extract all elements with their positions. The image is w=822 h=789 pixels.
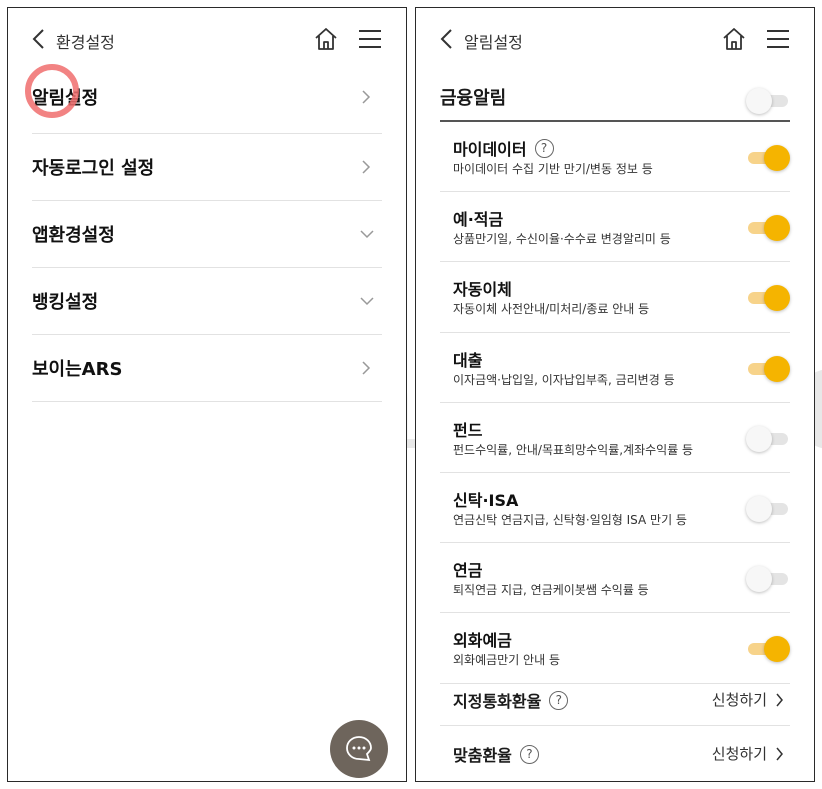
alert-description: 외화예금만기 안내 등 <box>453 653 560 668</box>
alert-row-auto-transfer: 자동이체 자동이체 사전안내/미처리/종료 안내 등 <box>440 262 790 333</box>
alert-list: 마이데이터? 마이데이터 수집 기반 만기/변동 정보 등 예·적금 상품만기일… <box>440 122 790 684</box>
menu-item-notification-settings[interactable]: 알림설정 <box>32 60 382 134</box>
financial-alerts-master-row: 금융알림 <box>440 70 790 122</box>
master-toggle[interactable] <box>746 88 790 114</box>
alert-row-fund: 펀드 펀드수익률, 안내/목표희망수익률,계좌수익률 등 <box>440 403 790 473</box>
chatbot-button[interactable] <box>330 720 388 778</box>
hamburger-menu-icon[interactable] <box>358 28 382 50</box>
toggle-knob <box>746 566 772 593</box>
alert-title: 마이데이터 <box>453 140 527 159</box>
alert-description: 마이데이터 수집 기반 만기/변동 정보 등 <box>453 162 653 176</box>
alert-toggle-loan[interactable] <box>746 355 790 382</box>
page-title: 환경설정 <box>56 33 115 52</box>
home-icon[interactable] <box>721 26 747 52</box>
alert-row-foreign-deposit: 외화예금 외화예금만기 안내 등 <box>440 613 790 684</box>
menu-item-banking-settings[interactable]: 뱅킹설정 <box>32 268 382 335</box>
page-title: 알림설정 <box>464 33 523 52</box>
alert-row-deposits: 예·적금 상품만기일, 수신이율·수수료 변경알리미 등 <box>440 192 790 263</box>
back-icon[interactable] <box>30 28 48 50</box>
back-icon[interactable] <box>438 28 456 50</box>
alert-description: 자동이체 사전안내/미처리/종료 안내 등 <box>453 302 650 317</box>
alert-row-pension: 연금 퇴직연금 지급, 연금케이봇쌤 수익률 등 <box>440 543 790 614</box>
menu-item-app-settings[interactable]: 앱환경설정 <box>32 201 382 268</box>
alert-title: 연금 <box>453 561 483 581</box>
toggle-knob <box>764 215 790 242</box>
notification-settings-screen: 알림설정 금융알림 마이데이터? 마이데이터 수집 기반 만기/변동 정보 등 … <box>415 7 815 782</box>
menu-item-label: 앱환경설정 <box>32 225 115 246</box>
alert-description: 상품만기일, 수신이율·수수료 변경알리미 등 <box>453 232 671 247</box>
help-icon[interactable]: ? <box>549 690 569 710</box>
alert-description: 연금신탁 연금지급, 신탁형·일임형 ISA 만기 등 <box>453 512 687 527</box>
settings-menu: 알림설정 자동로그인 설정 앱환경설정 뱅킹설정 보이는ARS <box>32 60 382 402</box>
alert-row-mydata: 마이데이터? 마이데이터 수집 기반 만기/변동 정보 등 <box>440 122 790 193</box>
apply-link-custom-rate[interactable]: 신청하기 <box>712 743 784 764</box>
alert-toggle-fund[interactable] <box>746 425 790 452</box>
menu-item-visible-ars[interactable]: 보이는ARS <box>32 335 382 402</box>
toggle-knob <box>764 145 790 171</box>
alert-row-trust-isa: 신탁·ISA 연금신탁 연금지급, 신탁형·일임형 ISA 만기 등 <box>440 473 790 544</box>
hamburger-menu-icon[interactable] <box>766 28 790 50</box>
apply-title: 맞춤환율 <box>453 746 512 765</box>
toggle-knob <box>746 425 772 452</box>
chevron-right-icon <box>362 361 371 375</box>
toggle-knob <box>764 285 790 312</box>
alert-title: 대출 <box>453 350 483 370</box>
alert-description: 퇴직연금 지급, 연금케이봇쌤 수익률 등 <box>453 583 649 598</box>
alert-title: 펀드 <box>453 420 483 440</box>
alert-toggle-foreign-deposit[interactable] <box>746 636 790 663</box>
chevron-down-icon <box>360 297 374 306</box>
top-bar: 알림설정 <box>416 8 814 70</box>
chevron-right-icon <box>362 89 371 104</box>
alert-title: 예·적금 <box>453 210 504 230</box>
alert-title: 자동이체 <box>453 280 512 300</box>
settings-screen: 환경설정 알림설정 자동로그인 설정 앱환경설정 뱅킹설정 보이는ARS <box>7 7 407 782</box>
toggle-knob <box>746 88 772 114</box>
alert-toggle-auto-transfer[interactable] <box>746 285 790 312</box>
help-icon[interactable]: ? <box>519 744 539 764</box>
menu-item-label: 알림설정 <box>32 87 99 109</box>
apply-row-designated-currency: 지정통화환율? 신청하기 <box>440 674 790 726</box>
alert-description: 이자금액·납입일, 이자납입부족, 금리변경 등 <box>453 372 675 387</box>
chevron-right-icon <box>776 747 783 760</box>
apply-link-label: 신청하기 <box>711 691 767 709</box>
apply-title: 지정통화환율 <box>453 692 542 711</box>
apply-link-designated-currency[interactable]: 신청하기 <box>712 689 784 710</box>
chevron-down-icon <box>360 230 374 239</box>
menu-item-label: 뱅킹설정 <box>32 292 99 313</box>
toggle-knob <box>764 636 790 663</box>
chat-bubble-icon <box>346 736 372 762</box>
toggle-knob <box>746 495 772 522</box>
menu-item-auto-login[interactable]: 자동로그인 설정 <box>32 134 382 201</box>
alert-toggle-pension[interactable] <box>746 566 790 593</box>
toggle-knob <box>764 355 790 382</box>
help-icon[interactable]: ? <box>534 138 554 158</box>
apply-link-label: 신청하기 <box>711 745 767 763</box>
alert-title: 외화예금 <box>453 631 512 651</box>
chevron-right-icon <box>362 160 371 174</box>
alert-title: 신탁·ISA <box>453 490 519 510</box>
menu-item-label: 자동로그인 설정 <box>32 158 155 179</box>
apply-row-custom-rate: 맞춤환율? 신청하기 <box>440 728 790 780</box>
alert-row-loan: 대출 이자금액·납입일, 이자납입부족, 금리변경 등 <box>440 333 790 403</box>
master-label: 금융알림 <box>440 88 507 109</box>
alert-description: 펀드수익률, 안내/목표희망수익률,계좌수익률 등 <box>453 442 694 457</box>
chevron-right-icon <box>776 693 783 706</box>
menu-item-label: 보이는ARS <box>32 359 123 380</box>
alert-toggle-trust-isa[interactable] <box>746 495 790 522</box>
alert-toggle-deposits[interactable] <box>746 215 790 242</box>
home-icon[interactable] <box>313 26 339 52</box>
alert-toggle-mydata[interactable] <box>746 145 790 171</box>
